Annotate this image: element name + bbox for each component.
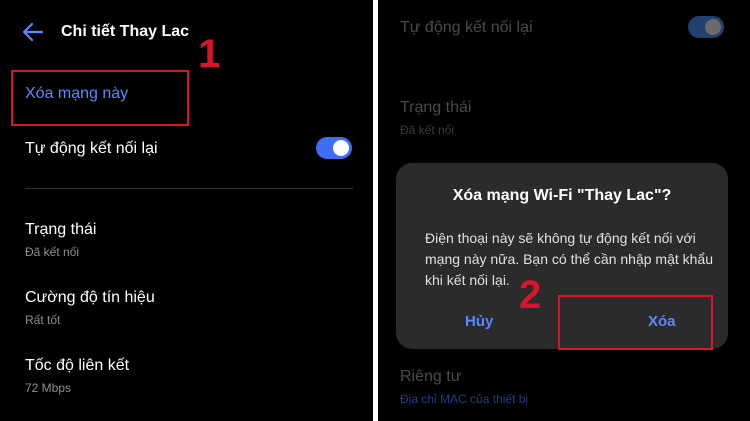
status-label: Trạng thái (25, 221, 97, 238)
privacy-label: Riêng tư (400, 368, 462, 385)
link-speed-label: Tốc độ liên kết (25, 357, 130, 374)
link-speed-value: 72 Mbps (25, 381, 72, 395)
signal-strength-label: Cường độ tín hiệu (25, 289, 155, 306)
page-title: Chi tiết Thay Lac (61, 23, 190, 40)
annotation-box-1 (11, 70, 189, 126)
annotation-box-2 (558, 295, 713, 350)
wifi-details-panel: Chi tiết Thay Lac Xóa mạng này 1 Tự động… (0, 0, 372, 421)
privacy-value: Địa chỉ MAC của thiết bị (400, 392, 529, 406)
auto-reconnect-toggle[interactable] (316, 137, 352, 159)
cancel-button[interactable]: Hủy (465, 313, 493, 330)
toggle-knob (705, 19, 721, 35)
divider (25, 188, 353, 189)
auto-reconnect-label: Tự động kết nối lại (400, 19, 533, 36)
back-arrow-icon[interactable] (22, 22, 44, 42)
auto-reconnect-toggle (688, 16, 724, 38)
annotation-number-1: 1 (198, 32, 221, 76)
status-label: Trạng thái (400, 99, 472, 116)
forget-dialog-panel: Tự động kết nối lại Trạng thái Đã kết nố… (378, 0, 750, 421)
status-value: Đã kết nối (25, 245, 80, 259)
status-value: Đã kết nối (400, 123, 455, 137)
dialog-message: Điện thoại này sẽ không tự động kết nối … (425, 230, 714, 288)
auto-reconnect-label: Tự động kết nối lại (25, 140, 158, 157)
dialog-title: Xóa mạng Wi-Fi "Thay Lac"? (452, 187, 672, 204)
annotation-number-2: 2 (519, 273, 542, 317)
signal-strength-value: Rất tốt (25, 313, 61, 327)
toggle-knob (333, 140, 349, 156)
